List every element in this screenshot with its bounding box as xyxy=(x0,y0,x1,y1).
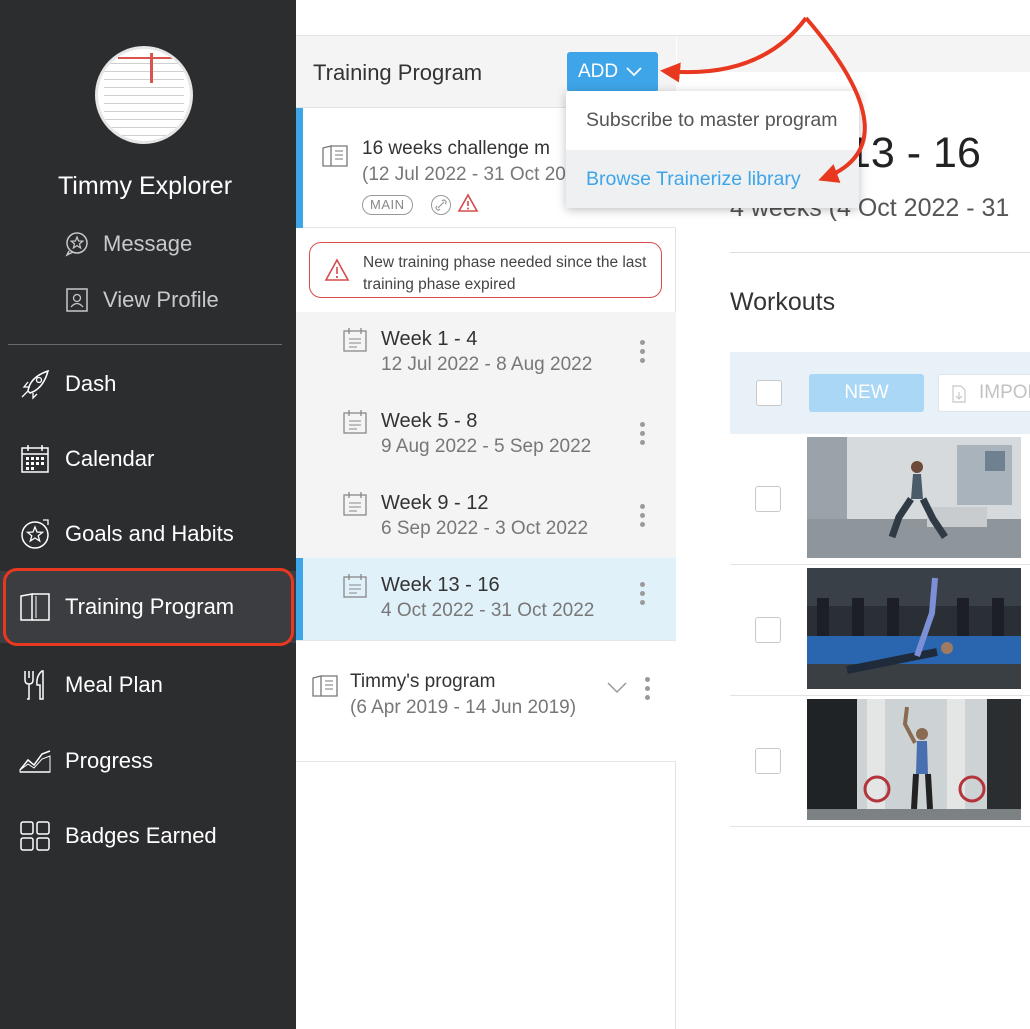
program-dates: (12 Jul 2022 - 31 Oct 20 xyxy=(362,164,566,185)
divider xyxy=(730,252,1030,253)
week-item-1-4[interactable]: Week 1 - 4 12 Jul 2022 - 8 Aug 2022 xyxy=(296,312,676,394)
kebab-menu-icon[interactable] xyxy=(640,504,646,528)
panel-title: Training Program xyxy=(313,60,483,85)
main-tag-badge: MAIN xyxy=(362,195,413,215)
import-button[interactable]: IMPOR xyxy=(938,374,1030,412)
top-bar xyxy=(296,0,1030,36)
nav-meal-plan[interactable]: Meal Plan xyxy=(0,649,296,721)
workout-checkbox[interactable] xyxy=(755,486,781,512)
import-icon xyxy=(952,385,966,403)
warning-icon xyxy=(324,258,350,281)
week-dates: 9 Aug 2022 - 5 Sep 2022 xyxy=(381,436,592,457)
week-title: Week 1 - 4 xyxy=(381,328,478,350)
rocket-icon xyxy=(18,367,52,401)
program-item-timmys-program[interactable]: Timmy's program (6 Apr 2019 - 14 Jun 201… xyxy=(296,640,676,762)
program-dates: (6 Apr 2019 - 14 Jun 2019) xyxy=(350,697,577,718)
user-name: Timmy Explorer xyxy=(57,172,233,200)
workouts-heading: Workouts xyxy=(730,288,836,316)
phase-title: 13 - 16 xyxy=(847,129,981,177)
warning-icon xyxy=(457,193,479,212)
sidebar-divider xyxy=(8,344,282,345)
view-profile-label: View Profile xyxy=(103,287,219,312)
import-label: IMPOR xyxy=(979,382,1030,403)
calendar-list-icon xyxy=(343,328,367,352)
selected-indicator xyxy=(296,558,303,640)
book-icon xyxy=(322,145,348,167)
profile-card-icon xyxy=(64,287,90,313)
annotation-highlight-box xyxy=(3,568,294,646)
add-dropdown-button[interactable]: ADD xyxy=(567,52,658,92)
view-profile-link[interactable]: View Profile xyxy=(64,285,219,315)
week-title: Week 9 - 12 xyxy=(381,492,489,514)
week-item-9-12[interactable]: Week 9 - 12 6 Sep 2022 - 3 Oct 2022 xyxy=(296,476,676,558)
add-dropdown-menu: Subscribe to master program Browse Train… xyxy=(566,91,859,208)
nav-label: Progress xyxy=(65,748,154,773)
nav-label: Calendar xyxy=(65,446,155,471)
goal-star-icon xyxy=(18,517,52,551)
workout-checkbox[interactable] xyxy=(755,748,781,774)
add-label: ADD xyxy=(578,61,619,82)
calendar-list-icon xyxy=(343,410,367,434)
grid-icon xyxy=(18,819,52,853)
avatar[interactable] xyxy=(95,46,193,144)
sidebar: Timmy Explorer Message View Profile Dash… xyxy=(0,0,296,1029)
week-item-5-8[interactable]: Week 5 - 8 9 Aug 2022 - 5 Sep 2022 xyxy=(296,394,676,476)
workout-thumbnail[interactable] xyxy=(807,437,1021,558)
workout-thumbnail[interactable] xyxy=(807,699,1021,820)
week-title: Week 5 - 8 xyxy=(381,410,478,432)
workout-row[interactable] xyxy=(730,696,1030,827)
workouts-toolbar: NEW IMPOR xyxy=(730,352,1030,434)
week-title: Week 13 - 16 xyxy=(381,574,500,596)
week-dates: 4 Oct 2022 - 31 Oct 2022 xyxy=(381,600,595,621)
kebab-menu-icon[interactable] xyxy=(645,677,651,701)
subscribe-master-program-option[interactable]: Subscribe to master program xyxy=(566,91,859,149)
new-workout-button[interactable]: NEW xyxy=(809,374,924,412)
calendar-icon xyxy=(18,442,52,476)
chart-icon xyxy=(18,744,52,778)
chevron-down-icon xyxy=(626,67,642,77)
select-all-checkbox[interactable] xyxy=(756,380,782,406)
nav-dash[interactable]: Dash xyxy=(0,348,296,420)
workout-row[interactable] xyxy=(730,565,1030,696)
browse-trainerize-library-option[interactable]: Browse Trainerize library xyxy=(566,150,859,208)
link-icon xyxy=(431,195,451,215)
message-label: Message xyxy=(103,231,193,256)
message-link[interactable]: Message xyxy=(64,229,192,259)
nav-label: Meal Plan xyxy=(65,672,163,697)
nav-label: Dash xyxy=(65,371,117,396)
detail-header-bar xyxy=(677,36,1030,72)
nav-label: Goals and Habits xyxy=(65,521,234,546)
kebab-menu-icon[interactable] xyxy=(640,340,646,364)
nav-badges-earned[interactable]: Badges Earned xyxy=(0,800,296,872)
week-dates: 12 Jul 2022 - 8 Aug 2022 xyxy=(381,354,593,375)
nav-calendar[interactable]: Calendar xyxy=(0,423,296,495)
kebab-menu-icon[interactable] xyxy=(640,422,646,446)
week-list: Week 1 - 4 12 Jul 2022 - 8 Aug 2022 Week… xyxy=(296,312,676,640)
week-item-13-16[interactable]: Week 13 - 16 4 Oct 2022 - 31 Oct 2022 xyxy=(296,558,676,640)
fork-knife-icon xyxy=(18,668,52,702)
selected-indicator xyxy=(296,108,303,228)
calendar-list-icon xyxy=(343,492,367,516)
calendar-list-icon xyxy=(343,574,367,598)
book-icon xyxy=(312,675,338,697)
nav-label: Badges Earned xyxy=(65,823,217,848)
week-dates: 6 Sep 2022 - 3 Oct 2022 xyxy=(381,518,589,539)
kebab-menu-icon[interactable] xyxy=(640,582,646,606)
workout-checkbox[interactable] xyxy=(755,617,781,643)
chat-star-icon xyxy=(64,231,90,257)
chevron-down-icon[interactable] xyxy=(606,681,628,695)
nav-goals-and-habits[interactable]: Goals and Habits xyxy=(0,498,296,570)
program-title: Timmy's program xyxy=(350,671,496,692)
alert-text: New training phase needed since the last… xyxy=(363,254,647,293)
workout-thumbnail[interactable] xyxy=(807,568,1021,689)
program-title: 16 weeks challenge m xyxy=(362,138,550,159)
nav-progress[interactable]: Progress xyxy=(0,725,296,797)
expired-phase-alert: New training phase needed since the last… xyxy=(309,242,662,298)
workout-row[interactable] xyxy=(730,434,1030,565)
